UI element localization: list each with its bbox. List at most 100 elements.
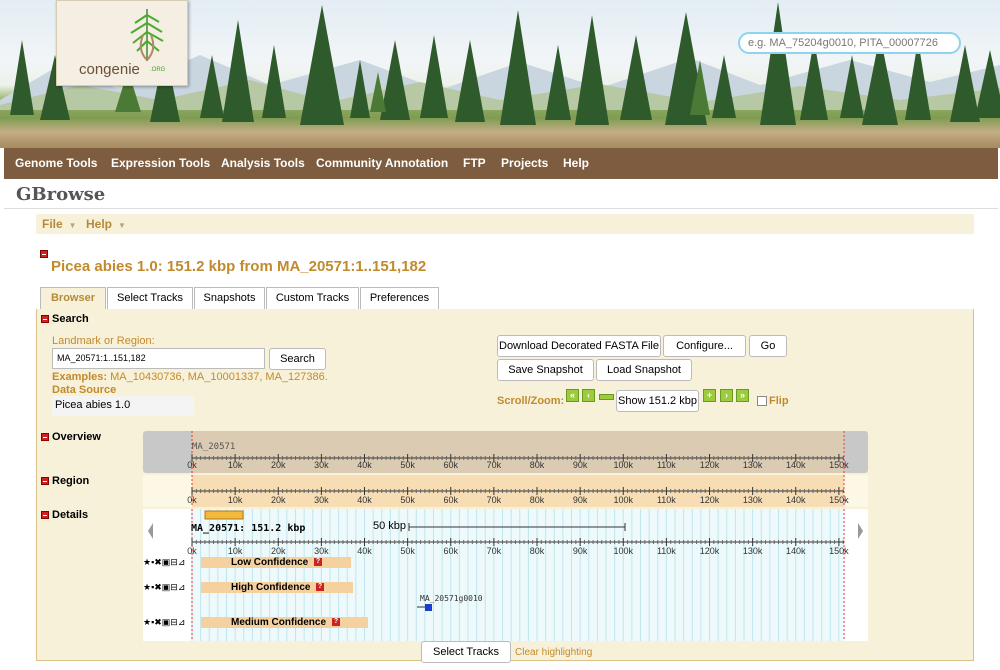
- track-low-label: Low Confidence: [231, 557, 309, 568]
- tick-label: 40k: [357, 495, 372, 505]
- tick-label: 70k: [487, 460, 502, 470]
- site-search-input[interactable]: e.g. MA_75204g0010, PITA_00007726: [738, 32, 961, 54]
- landmark-input[interactable]: MA_20571:1..151,182: [52, 348, 265, 369]
- tick-label: 70k: [487, 495, 502, 505]
- spruce-logo-icon: [130, 9, 164, 62]
- header-banner: congenie .ORG e.g. MA_75204g0010, PITA_0…: [0, 0, 1000, 148]
- details-collapse-icon[interactable]: [41, 511, 49, 519]
- select-tracks-button[interactable]: Select Tracks: [421, 641, 511, 663]
- tick-label: 140k: [786, 460, 806, 470]
- region-collapse-icon[interactable]: [41, 477, 49, 485]
- tick-label: 60k: [444, 460, 459, 470]
- save-snapshot-button[interactable]: Save Snapshot: [497, 359, 594, 381]
- search-collapse-icon[interactable]: [41, 315, 49, 323]
- tab-custom-tracks[interactable]: Custom Tracks: [266, 287, 359, 309]
- nav-ftp[interactable]: FTP: [463, 148, 486, 179]
- help-icon[interactable]: ?: [316, 583, 324, 591]
- tick-label: 110k: [657, 546, 676, 556]
- nav-projects[interactable]: Projects: [501, 148, 548, 179]
- examples-label: Examples:: [52, 371, 108, 383]
- tick-label: 50k: [400, 546, 415, 556]
- region-label: Region: [52, 475, 90, 487]
- page-title: GBrowse: [16, 184, 106, 205]
- examples-text: Examples: MA_10430736, MA_10001337, MA_1…: [52, 371, 328, 383]
- show-range-select[interactable]: Show 151.2 kbp: [616, 390, 699, 412]
- track-medium-label: Medium Confidence: [231, 617, 327, 628]
- scroll-far-left-icon[interactable]: «: [566, 389, 579, 402]
- logo-suffix: .ORG: [150, 67, 166, 73]
- tick-label: 0k: [187, 546, 197, 556]
- collapse-icon[interactable]: [40, 250, 48, 258]
- menu-help[interactable]: Help ▼: [86, 217, 126, 231]
- track-low-confidence[interactable]: Low Confidence ?: [143, 557, 351, 568]
- nav-analysis-tools[interactable]: Analysis Tools: [221, 148, 305, 179]
- help-icon[interactable]: ?: [314, 558, 322, 566]
- menu-file[interactable]: File ▼: [42, 217, 77, 231]
- tick-label: 40k: [357, 546, 372, 556]
- clear-highlighting-link[interactable]: Clear highlighting: [515, 647, 592, 658]
- tab-select-tracks[interactable]: Select Tracks: [107, 287, 193, 309]
- overview-track[interactable]: 0k 10k 20k 30k 40k 50k 60k 70k 80k 90k 100k 110k 120…: [143, 431, 868, 473]
- menu-file-label: File: [42, 217, 63, 231]
- nav-help[interactable]: Help: [563, 148, 589, 179]
- search-button[interactable]: Search: [269, 348, 326, 370]
- tick-label: 140k: [786, 495, 806, 505]
- scroll-right-icon[interactable]: ›: [720, 389, 733, 402]
- tick-label: 120k: [700, 460, 720, 470]
- tick-label: 100k: [614, 546, 634, 556]
- configure-button[interactable]: Configure...: [663, 335, 746, 357]
- region-track[interactable]: 0k 10k 20k 30k 40k 50k 60k 70k 80k 90k 100k 110k 120…: [143, 475, 868, 507]
- tick-label: 130k: [743, 546, 763, 556]
- title-divider: [4, 208, 998, 209]
- tick-label: 110k: [657, 460, 676, 470]
- nav-genome-tools[interactable]: Genome Tools: [15, 148, 97, 179]
- scroll-zoom-label: Scroll/Zoom:: [497, 395, 565, 407]
- tick-label: 130k: [743, 460, 763, 470]
- help-icon[interactable]: ?: [332, 618, 340, 626]
- tab-browser[interactable]: Browser: [40, 287, 106, 310]
- region-heading: Picea abies 1.0: 151.2 kbp from MA_20571…: [51, 258, 427, 275]
- track-high-label: High Confidence: [231, 582, 311, 593]
- tab-snapshots[interactable]: Snapshots: [194, 287, 265, 309]
- tick-label: 90k: [573, 495, 588, 505]
- download-fasta-button[interactable]: Download Decorated FASTA File: [497, 335, 661, 357]
- scale-bar-label: 50 kbp: [373, 520, 407, 532]
- go-button[interactable]: Go: [749, 335, 787, 357]
- zoom-out-icon[interactable]: [599, 394, 614, 400]
- tab-preferences[interactable]: Preferences: [360, 287, 439, 309]
- tick-label: 20k: [271, 460, 286, 470]
- overview-label: Overview: [52, 431, 101, 443]
- overview-collapse-icon[interactable]: [41, 433, 49, 441]
- congenie-logo[interactable]: congenie .ORG: [56, 0, 188, 86]
- datasource-select[interactable]: Picea abies 1.0: [52, 396, 194, 416]
- flip-checkbox[interactable]: [757, 396, 767, 406]
- tick-label: 140k: [786, 546, 806, 556]
- tick-label: 120k: [700, 495, 720, 505]
- scroll-left-icon[interactable]: ‹: [582, 389, 595, 402]
- scroll-far-right-icon[interactable]: »: [736, 389, 749, 402]
- menu-help-label: Help: [86, 217, 113, 231]
- nav-community-annotation[interactable]: Community Annotation: [316, 148, 448, 179]
- tick-label: 0k: [187, 495, 197, 505]
- tick-label: 150k: [829, 460, 849, 470]
- main-nav: Genome Tools Expression Tools Analysis T…: [4, 148, 998, 179]
- nav-expression-tools[interactable]: Expression Tools: [111, 148, 210, 179]
- tick-label: 60k: [444, 546, 459, 556]
- tick-label: 90k: [573, 460, 588, 470]
- track-high-confidence[interactable]: High Confidence ?: [143, 582, 353, 593]
- zoom-in-icon[interactable]: +: [703, 389, 716, 402]
- details-label: Details: [52, 509, 89, 521]
- track-medium-confidence[interactable]: Medium Confidence ?: [143, 617, 368, 628]
- tick-label: 40k: [357, 460, 372, 470]
- datasource-label: Data Source: [52, 384, 117, 396]
- tick-label: 130k: [743, 495, 763, 505]
- landmark-label: Landmark or Region:: [52, 335, 155, 347]
- load-snapshot-button[interactable]: Load Snapshot: [596, 359, 692, 381]
- tick-label: 80k: [530, 495, 545, 505]
- chevron-down-icon: ▼: [68, 221, 77, 230]
- tick-label: 80k: [530, 460, 545, 470]
- tick-label: 110k: [657, 495, 676, 505]
- tick-label: 60k: [444, 495, 459, 505]
- tick-label: 30k: [314, 546, 329, 556]
- feature-label[interactable]: MA_20571g0010: [420, 594, 483, 603]
